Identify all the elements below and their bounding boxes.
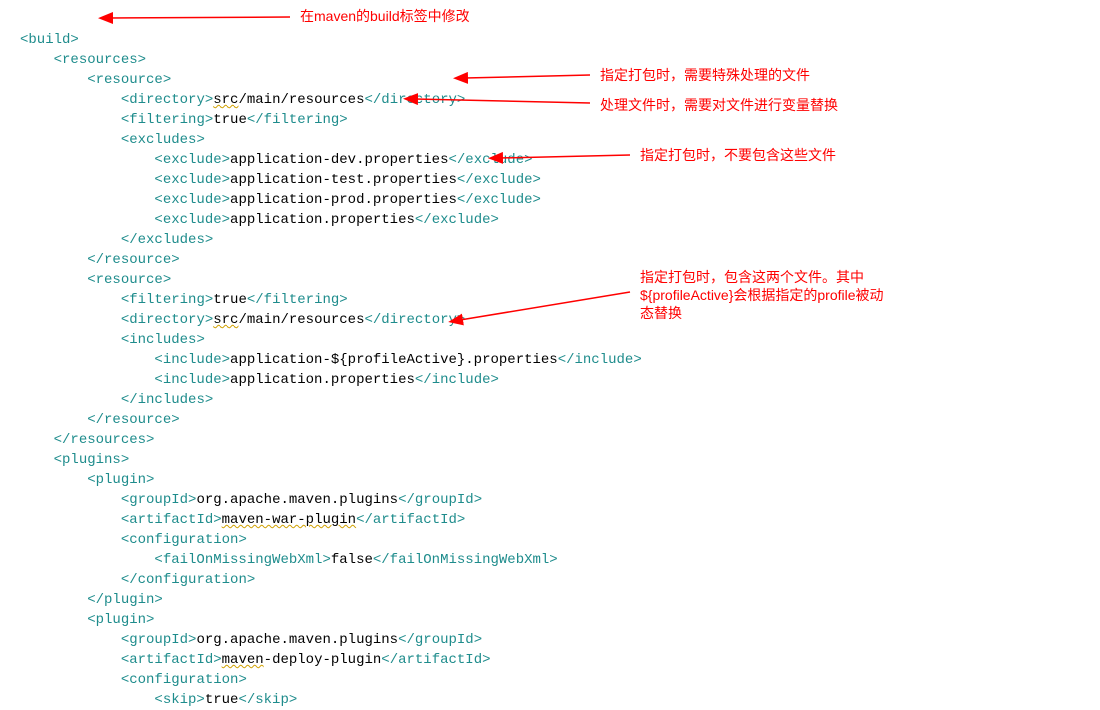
tag: <include>: [154, 352, 230, 368]
tag: <configuration>: [121, 532, 247, 548]
tag: </exclude>: [448, 152, 532, 168]
tag: <configuration>: [121, 672, 247, 688]
text: /main/resources: [238, 312, 364, 328]
annotation-includes: 指定打包时，包含这两个文件。其中 ${profileActive}会根据指定的p…: [640, 268, 884, 322]
tag: <build>: [20, 32, 79, 48]
tag: <exclude>: [154, 192, 230, 208]
tag: <artifactId>: [121, 652, 222, 668]
tag: <exclude>: [154, 172, 230, 188]
annotation-excludes: 指定打包时，不要包含这些文件: [640, 146, 836, 164]
tag: <plugins>: [54, 452, 130, 468]
tag: <excludes>: [121, 132, 205, 148]
text: maven: [222, 652, 264, 668]
tag: </resources>: [54, 432, 155, 448]
tag: <plugin>: [87, 472, 154, 488]
text: application-dev.properties: [230, 152, 448, 168]
tag: </include>: [415, 372, 499, 388]
tag: <groupId>: [121, 632, 197, 648]
xml-code-block: <build> <resources> <resource> <director…: [20, 10, 1080, 710]
tag: </configuration>: [121, 572, 255, 588]
tag: </plugin>: [87, 592, 163, 608]
tag: </exclude>: [457, 192, 541, 208]
tag: <skip>: [154, 692, 204, 708]
tag: <resources>: [54, 52, 146, 68]
tag: </filtering>: [247, 112, 348, 128]
tag: </failOnMissingWebXml>: [373, 552, 558, 568]
tag: </directory>: [365, 92, 466, 108]
tag: <plugin>: [87, 612, 154, 628]
tag: <filtering>: [121, 292, 213, 308]
text: org.apache.maven.plugins: [196, 492, 398, 508]
tag: <exclude>: [154, 152, 230, 168]
tag: </groupId>: [398, 492, 482, 508]
text: false: [331, 552, 373, 568]
tag: <artifactId>: [121, 512, 222, 528]
tag: <directory>: [121, 312, 213, 328]
tag: <filtering>: [121, 112, 213, 128]
tag: </resource>: [87, 412, 179, 428]
text: true: [213, 292, 247, 308]
tag: <includes>: [121, 332, 205, 348]
text: /main/resources: [238, 92, 364, 108]
text: application-test.properties: [230, 172, 457, 188]
tag: </artifactId>: [356, 512, 465, 528]
annotation-build: 在maven的build标签中修改: [300, 7, 470, 25]
text: src: [213, 92, 238, 108]
text: application-prod.properties: [230, 192, 457, 208]
annotation-directory: 指定打包时，需要特殊处理的文件: [600, 66, 810, 84]
tag: <resource>: [87, 72, 171, 88]
tag: </filtering>: [247, 292, 348, 308]
text: true: [205, 692, 239, 708]
text: org.apache.maven.plugins: [196, 632, 398, 648]
text: application.properties: [230, 372, 415, 388]
tag: <resource>: [87, 272, 171, 288]
text: application-${profileActive}.properties: [230, 352, 558, 368]
annotation-filtering: 处理文件时，需要对文件进行变量替换: [600, 96, 838, 114]
tag: <groupId>: [121, 492, 197, 508]
text: -deploy-plugin: [264, 652, 382, 668]
tag: </skip>: [238, 692, 297, 708]
tag: <include>: [154, 372, 230, 388]
tag: </exclude>: [457, 172, 541, 188]
tag: </exclude>: [415, 212, 499, 228]
tag: <exclude>: [154, 212, 230, 228]
text: src: [213, 312, 238, 328]
tag: </directory>: [365, 312, 466, 328]
tag: <failOnMissingWebXml>: [154, 552, 330, 568]
text: maven-war-plugin: [222, 512, 356, 528]
tag: </artifactId>: [381, 652, 490, 668]
tag: </include>: [558, 352, 642, 368]
tag: </resource>: [87, 252, 179, 268]
tag: </groupId>: [398, 632, 482, 648]
tag: </excludes>: [121, 232, 213, 248]
text: true: [213, 112, 247, 128]
text: application.properties: [230, 212, 415, 228]
tag: </includes>: [121, 392, 213, 408]
tag: <directory>: [121, 92, 213, 108]
